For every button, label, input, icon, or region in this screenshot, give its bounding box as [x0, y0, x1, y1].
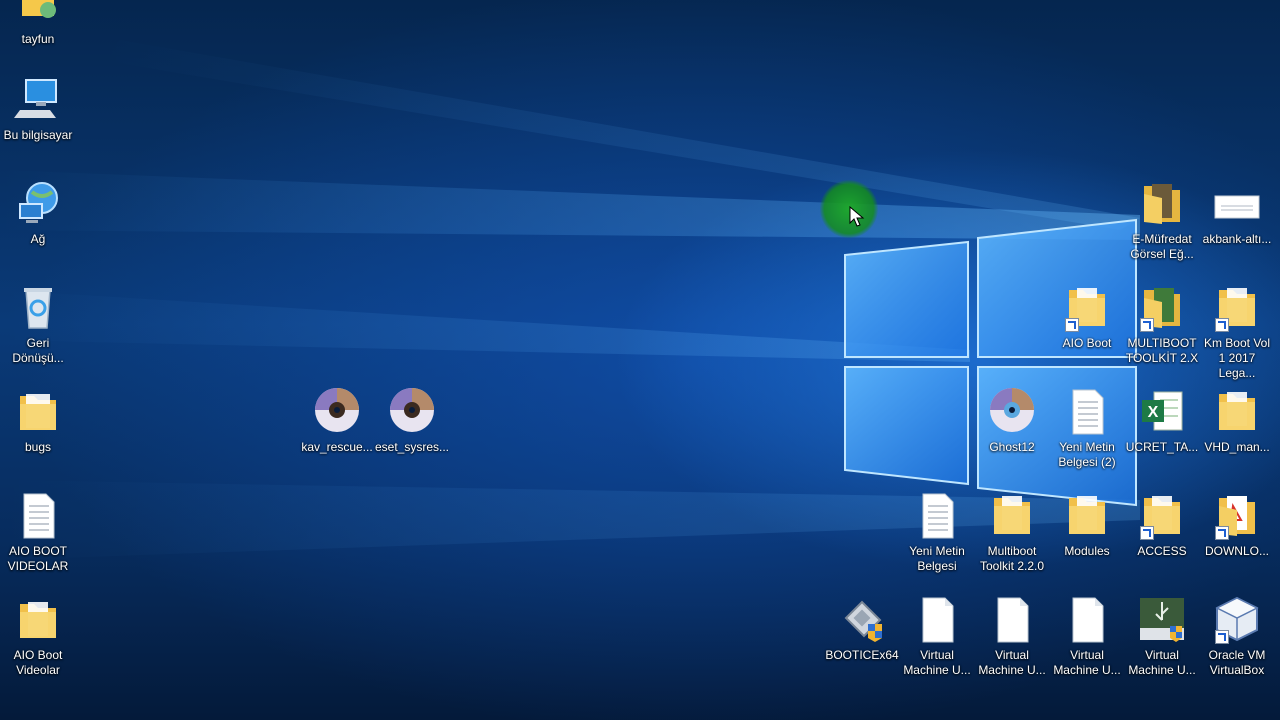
blank-file-icon — [1063, 596, 1111, 644]
user-folder-icon — [14, 0, 62, 28]
folder-icon — [14, 388, 62, 436]
icon-label: AIO BOOT VIDEOLAR — [7, 544, 69, 573]
icon-label: tayfun — [21, 32, 55, 46]
folder-icon — [14, 596, 62, 644]
icon-label: kav_rescue... — [301, 440, 373, 454]
virtualbox-shortcut-icon — [1213, 596, 1261, 644]
icon-label: Oracle VM VirtualBox — [1208, 648, 1266, 677]
icon-label: Bu bilgisayar — [3, 128, 73, 142]
icon-label: VHD_man... — [1204, 440, 1270, 454]
svg-text:X: X — [1148, 404, 1159, 421]
bootice-app-icon — [838, 596, 886, 644]
icon-label: bugs — [24, 440, 52, 454]
desktop-icon-oracle-vm-virtualbox[interactable]: Oracle VM VirtualBox — [1199, 594, 1275, 698]
shortcut-arrow-icon — [1140, 526, 1154, 540]
desktop-icon-multiboot-toolkit-220[interactable]: Multiboot Toolkit 2.2.0 — [974, 490, 1050, 594]
icon-label: AIO Boot Videolar — [13, 648, 63, 677]
usb-app-icon — [1138, 596, 1186, 644]
icon-label: MULTIBOOT TOOLKİT 2.X — [1125, 336, 1199, 365]
desktop-icon-km-boot[interactable]: Km Boot Vol 1 2017 Lega... — [1199, 282, 1275, 386]
recycle-bin-icon — [14, 284, 62, 332]
disc-image-icon — [988, 388, 1036, 436]
desktop-icon-yeni-metin-belgesi-2[interactable]: Yeni Metin Belgesi (2) — [1049, 386, 1125, 490]
text-file-icon — [913, 492, 961, 540]
desktop-icon-downloads[interactable]: DOWNLO... — [1199, 490, 1275, 594]
icon-label: Virtual Machine U... — [978, 648, 1046, 677]
desktop-icon-virtual-machine-2[interactable]: Virtual Machine U... — [974, 594, 1050, 698]
desktop-icon-akbank[interactable]: akbank-altı... — [1199, 178, 1275, 282]
icon-label: Yeni Metin Belgesi — [909, 544, 965, 573]
icon-label: DOWNLO... — [1204, 544, 1269, 558]
icon-label: Modules — [1064, 544, 1110, 558]
blank-file-icon — [988, 596, 1036, 644]
icon-label: Geri Dönüşü... — [12, 336, 64, 365]
this-pc-icon — [14, 76, 62, 124]
desktop-icon-eset-sysrescue[interactable]: eset_sysres... — [374, 386, 450, 490]
desktop-icon-virtual-machine-3[interactable]: Virtual Machine U... — [1049, 594, 1125, 698]
folder-icon — [988, 492, 1036, 540]
icon-label: Ağ — [30, 232, 46, 246]
folder-icon — [1138, 180, 1186, 228]
desktop-icon-vhd-man[interactable]: VHD_man... — [1199, 386, 1275, 490]
mouse-pointer-icon — [849, 206, 865, 227]
desktop-icon-user-folder[interactable]: tayfun — [0, 0, 76, 82]
text-file-icon — [14, 492, 62, 540]
icon-label: Virtual Machine U... — [903, 648, 971, 677]
icon-label: ACCESS — [1137, 544, 1187, 558]
icon-label: BOOTICEx64 — [825, 648, 899, 662]
icon-label: eset_sysres... — [374, 440, 450, 454]
icon-label: Ghost12 — [989, 440, 1035, 454]
desktop-icon-aio-boot[interactable]: AIO Boot — [1049, 282, 1125, 386]
desktop-icon-aio-boot-videolar-file[interactable]: AIO BOOT VIDEOLAR — [0, 490, 76, 594]
desktop-icon-ucret-ta[interactable]: X UCRET_TA... — [1124, 386, 1200, 490]
desktop-icon-access[interactable]: ACCESS — [1124, 490, 1200, 594]
desktop-icon-ghost12[interactable]: Ghost12 — [974, 386, 1050, 490]
disc-image-icon — [388, 388, 436, 436]
blank-file-icon — [913, 596, 961, 644]
desktop-icon-network[interactable]: Ağ — [0, 178, 76, 282]
icon-label: Km Boot Vol 1 2017 Lega... — [1203, 336, 1271, 380]
desktop-icon-this-pc[interactable]: Bu bilgisayar — [0, 74, 76, 178]
folder-shortcut-icon — [1138, 284, 1186, 332]
shortcut-arrow-icon — [1215, 630, 1229, 644]
desktop[interactable]: tayfun Bu bilgisayar Ağ Geri Dönüşü... b… — [0, 0, 1280, 720]
desktop-icon-multiboot-toolkit-2x[interactable]: MULTIBOOT TOOLKİT 2.X — [1124, 282, 1200, 386]
desktop-icon-recycle-bin[interactable]: Geri Dönüşü... — [0, 282, 76, 386]
desktop-icon-virtual-machine-4[interactable]: Virtual Machine U... — [1124, 594, 1200, 698]
shortcut-arrow-icon — [1065, 318, 1079, 332]
icon-label: Virtual Machine U... — [1053, 648, 1121, 677]
network-icon — [14, 180, 62, 228]
desktop-icon-modules[interactable]: Modules — [1049, 490, 1125, 594]
folder-shortcut-icon — [1138, 492, 1186, 540]
icon-label: Yeni Metin Belgesi (2) — [1058, 440, 1116, 469]
desktop-icon-yeni-metin-belgesi[interactable]: Yeni Metin Belgesi — [899, 490, 975, 594]
icon-label: E-Müfredat Görsel Eğ... — [1130, 232, 1194, 261]
desktop-icon-e-mufredat[interactable]: E-Müfredat Görsel Eğ... — [1124, 178, 1200, 282]
desktop-icon-aio-boot-videolar-folder[interactable]: AIO Boot Videolar — [0, 594, 76, 698]
shortcut-arrow-icon — [1215, 318, 1229, 332]
icon-label: Multiboot Toolkit 2.2.0 — [979, 544, 1045, 573]
disc-image-icon — [313, 388, 361, 436]
shortcut-arrow-icon — [1140, 318, 1154, 332]
icon-label: Virtual Machine U... — [1128, 648, 1196, 677]
shortcut-arrow-icon — [1215, 526, 1229, 540]
folder-shortcut-icon — [1063, 284, 1111, 332]
icon-label: AIO Boot — [1062, 336, 1112, 350]
image-file-icon — [1213, 180, 1261, 228]
excel-file-icon: X — [1138, 388, 1186, 436]
text-file-icon — [1063, 388, 1111, 436]
folder-shortcut-icon — [1213, 284, 1261, 332]
icon-label: UCRET_TA... — [1125, 440, 1199, 454]
desktop-icon-virtual-machine-1[interactable]: Virtual Machine U... — [899, 594, 975, 698]
folder-icon — [1213, 388, 1261, 436]
desktop-icon-bugs[interactable]: bugs — [0, 386, 76, 490]
icon-label: akbank-altı... — [1202, 232, 1272, 246]
desktop-icon-kav-rescue[interactable]: kav_rescue... — [299, 386, 375, 490]
desktop-icon-booticex64[interactable]: BOOTICEx64 — [824, 594, 900, 698]
folder-icon — [1063, 492, 1111, 540]
pdf-shortcut-icon — [1213, 492, 1261, 540]
